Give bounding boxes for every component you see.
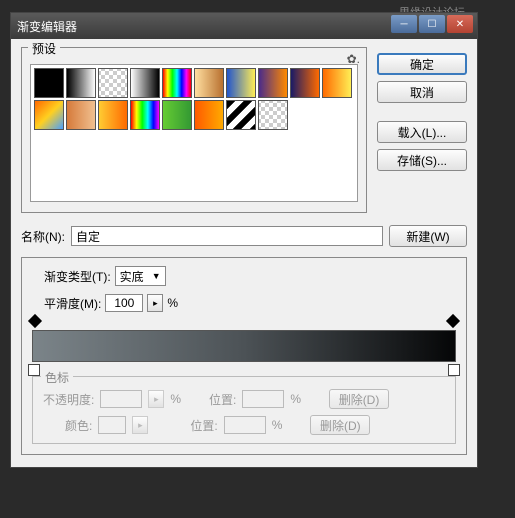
opacity-input [100, 390, 142, 408]
preset-swatch[interactable] [162, 68, 192, 98]
load-button[interactable]: 载入(L)... [377, 121, 467, 143]
preset-swatch[interactable] [258, 100, 288, 130]
percent-label: % [167, 296, 178, 310]
gradient-section: 渐变类型(T): 实底 ▼ 平滑度(M): ▸ % 色标 [21, 257, 467, 455]
gradient-preview-bar[interactable] [32, 330, 456, 362]
preset-swatch[interactable] [194, 68, 224, 98]
gradient-type-value: 实底 [120, 268, 144, 285]
smoothness-input[interactable] [105, 294, 143, 312]
presets-group: 预设 ✿. [21, 47, 367, 213]
preset-swatch[interactable] [98, 68, 128, 98]
position-label-1: 位置: [209, 391, 236, 408]
position-label-2: 位置: [190, 417, 217, 434]
preset-swatch[interactable] [66, 100, 96, 130]
opacity-stepper: ▸ [148, 390, 164, 408]
preset-swatch[interactable] [130, 68, 160, 98]
stops-group: 色标 不透明度: ▸ % 位置: % 删除(D) 颜色: ▸ 位置: [32, 376, 456, 444]
gear-icon[interactable]: ✿. [347, 52, 360, 66]
preset-swatch[interactable] [130, 100, 160, 130]
maximize-button[interactable]: ☐ [419, 15, 445, 33]
preset-swatch[interactable] [290, 68, 320, 98]
preset-swatch[interactable] [194, 100, 224, 130]
color-label: 颜色: [65, 417, 92, 434]
smoothness-stepper[interactable]: ▸ [147, 294, 163, 312]
color-stepper: ▸ [132, 416, 148, 434]
preset-swatch[interactable] [34, 100, 64, 130]
color-swatch [98, 416, 126, 434]
opacity-stop-left[interactable] [28, 314, 42, 328]
minimize-button[interactable]: ─ [391, 15, 417, 33]
gradient-type-label: 渐变类型(T): [44, 268, 111, 285]
preset-swatch[interactable] [322, 68, 352, 98]
new-button[interactable]: 新建(W) [389, 225, 467, 247]
gradient-type-select[interactable]: 实底 ▼ [115, 266, 166, 286]
preset-swatch[interactable] [226, 100, 256, 130]
color-stop-left[interactable] [28, 364, 40, 376]
color-stop-right[interactable] [448, 364, 460, 376]
smoothness-label: 平滑度(M): [44, 295, 101, 312]
ok-button[interactable]: 确定 [377, 53, 467, 75]
name-label: 名称(N): [21, 228, 65, 245]
save-button[interactable]: 存储(S)... [377, 149, 467, 171]
preset-swatch[interactable] [226, 68, 256, 98]
name-input[interactable] [71, 226, 383, 246]
preset-swatch-grid[interactable] [30, 64, 358, 202]
color-position-input [224, 416, 266, 434]
close-button[interactable]: ✕ [447, 15, 473, 33]
gradient-editor-dialog: 渐变编辑器 ─ ☐ ✕ 预设 ✿. 确定 取消 载入(L)... 存储(S)..… [10, 12, 478, 468]
opacity-label: 不透明度: [43, 391, 94, 408]
preset-swatch[interactable] [258, 68, 288, 98]
gradient-bar-wrap [32, 330, 456, 362]
percent-label-3: % [290, 392, 301, 406]
stops-label: 色标 [41, 369, 73, 386]
delete-color-button: 删除(D) [310, 415, 370, 435]
preset-swatch[interactable] [98, 100, 128, 130]
percent-label-2: % [170, 392, 181, 406]
cancel-button[interactable]: 取消 [377, 81, 467, 103]
preset-swatch[interactable] [66, 68, 96, 98]
dialog-title: 渐变编辑器 [17, 18, 77, 35]
chevron-down-icon: ▼ [152, 271, 161, 281]
delete-opacity-button: 删除(D) [329, 389, 389, 409]
opacity-position-input [242, 390, 284, 408]
preset-swatch[interactable] [34, 68, 64, 98]
percent-label-4: % [272, 418, 283, 432]
presets-label: 预设 [28, 40, 60, 57]
opacity-stop-right[interactable] [446, 314, 460, 328]
titlebar[interactable]: 渐变编辑器 ─ ☐ ✕ [11, 13, 477, 39]
preset-swatch[interactable] [162, 100, 192, 130]
